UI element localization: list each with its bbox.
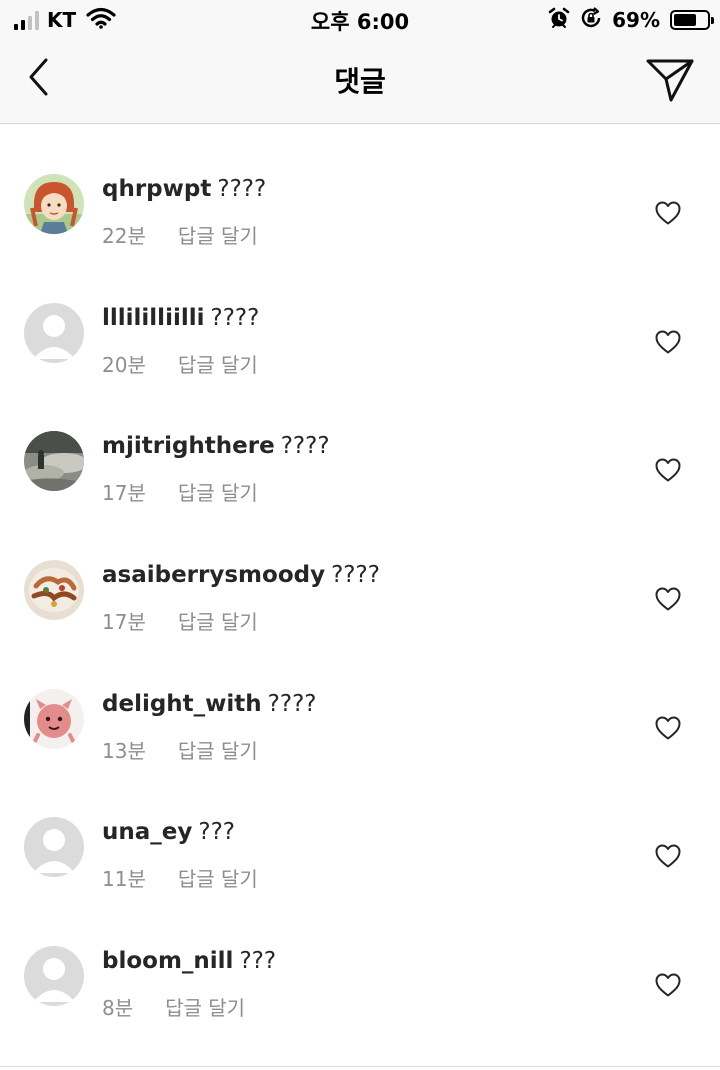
comment-line: qhrpwpt????	[102, 174, 266, 204]
comment-username[interactable]: mjitrighthere	[102, 433, 275, 459]
comment-line: lllililliilli????	[102, 303, 259, 333]
comment-meta: 8분 답글 달기	[102, 992, 276, 1021]
comment-time: 20분	[102, 352, 146, 377]
comment-time: 17분	[102, 481, 146, 506]
comment-item: lllililliilli???? 20분 답글 달기	[0, 253, 720, 382]
comment-time: 17분	[102, 610, 146, 635]
heart-icon	[655, 458, 681, 482]
like-button[interactable]	[654, 972, 682, 998]
comment-line: mjitrighthere????	[102, 431, 330, 461]
battery-icon	[670, 10, 714, 30]
comment-meta: 22분 답글 달기	[102, 220, 266, 249]
reply-button[interactable]: 답글 달기	[178, 349, 258, 378]
comment-body: mjitrighthere???? 17분 답글 달기	[102, 431, 330, 506]
reply-button[interactable]: 답글 달기	[178, 477, 258, 506]
reply-button[interactable]: 답글 달기	[178, 606, 258, 635]
avatar-photo-landscape[interactable]	[24, 431, 84, 492]
like-button[interactable]	[654, 329, 682, 355]
rotation-lock-icon	[580, 7, 602, 33]
battery-percent: 69%	[612, 8, 660, 32]
comment-time: 13분	[102, 738, 146, 763]
heart-icon	[655, 973, 681, 997]
bottom-divider	[0, 1066, 720, 1067]
status-bar: KT 오후 6:00 69%	[0, 0, 720, 40]
send-button[interactable]	[642, 52, 698, 108]
alarm-icon	[548, 7, 570, 33]
comment-text: ????	[217, 176, 267, 202]
comment-username[interactable]: qhrpwpt	[102, 176, 211, 202]
comment-line: asaiberrysmoody????	[102, 560, 380, 590]
comment-meta: 13분 답글 달기	[102, 735, 317, 764]
like-button[interactable]	[654, 200, 682, 226]
comment-body: qhrpwpt???? 22분 답글 달기	[102, 174, 266, 249]
comment-body: lllililliilli???? 20분 답글 달기	[102, 303, 259, 378]
comment-meta: 20분 답글 달기	[102, 349, 259, 378]
status-right: 69%	[548, 5, 714, 35]
comment-text: ???	[198, 819, 235, 846]
avatar-anime-girl[interactable]	[24, 174, 84, 234]
comment-body: delight_with???? 13분 답글 달기	[102, 689, 317, 764]
comment-text: ????	[331, 562, 380, 589]
comment-username[interactable]: una_ey	[102, 819, 192, 845]
send-icon	[646, 59, 694, 102]
avatar-photo-food[interactable]	[24, 560, 84, 621]
heart-icon	[655, 201, 681, 225]
reply-button[interactable]: 답글 달기	[178, 220, 258, 249]
comment-line: bloom_nill???	[102, 946, 276, 976]
heart-icon	[655, 716, 681, 740]
like-button[interactable]	[654, 457, 682, 483]
comment-body: asaiberrysmoody???? 17분 답글 달기	[102, 560, 380, 635]
reply-button[interactable]: 답글 달기	[178, 735, 258, 764]
avatar-default[interactable]	[24, 946, 84, 1007]
comment-line: delight_with????	[102, 689, 317, 719]
like-button[interactable]	[654, 586, 682, 612]
comment-meta: 17분 답글 달기	[102, 606, 380, 635]
comment-item: asaiberrysmoody???? 17분 답글 달기	[0, 510, 720, 639]
comment-text: ????	[267, 690, 317, 717]
comment-username[interactable]: asaiberrysmoody	[102, 562, 325, 588]
comment-username[interactable]: lllililliilli	[102, 305, 205, 331]
comment-username[interactable]: delight_with	[102, 691, 262, 717]
comment-item: qhrpwpt???? 22분 답글 달기	[0, 124, 720, 253]
comment-time: 11분	[102, 867, 146, 892]
battery-fill	[674, 14, 697, 26]
reply-button[interactable]: 답글 달기	[165, 992, 245, 1021]
comment-meta: 17분 답글 달기	[102, 477, 330, 506]
comment-body: una_ey??? 11분 답글 달기	[102, 817, 258, 892]
avatar-default[interactable]	[24, 817, 84, 878]
comment-item: una_ey??? 11분 답글 달기	[0, 767, 720, 896]
heart-icon	[655, 844, 681, 868]
header-bar: 댓글	[0, 40, 720, 124]
comment-text: ????	[280, 433, 330, 460]
comment-item: delight_with???? 13분 답글 달기	[0, 639, 720, 768]
comment-item: bloom_nill??? 8분 답글 달기	[0, 896, 720, 1025]
comment-text: ????	[210, 304, 260, 331]
comment-text: ???	[239, 948, 277, 975]
comment-line: una_ey???	[102, 817, 258, 847]
comment-meta: 11분 답글 달기	[102, 863, 258, 892]
comment-time: 8분	[102, 996, 134, 1021]
comment-list: qhrpwpt???? 22분 답글 달기 lllililliilli???? …	[0, 124, 720, 1025]
comment-time: 22분	[102, 224, 146, 248]
heart-icon	[655, 330, 681, 354]
comment-body: bloom_nill??? 8분 답글 달기	[102, 946, 276, 1021]
like-button[interactable]	[654, 843, 682, 869]
like-button[interactable]	[654, 715, 682, 741]
avatar-pink-character[interactable]	[24, 688, 84, 749]
comment-username[interactable]: bloom_nill	[102, 948, 233, 974]
heart-icon	[655, 587, 681, 611]
comment-item: mjitrighthere???? 17분 답글 달기	[0, 381, 720, 510]
reply-button[interactable]: 답글 달기	[178, 863, 258, 892]
avatar-default[interactable]	[24, 302, 84, 363]
page-title: 댓글	[334, 65, 386, 98]
